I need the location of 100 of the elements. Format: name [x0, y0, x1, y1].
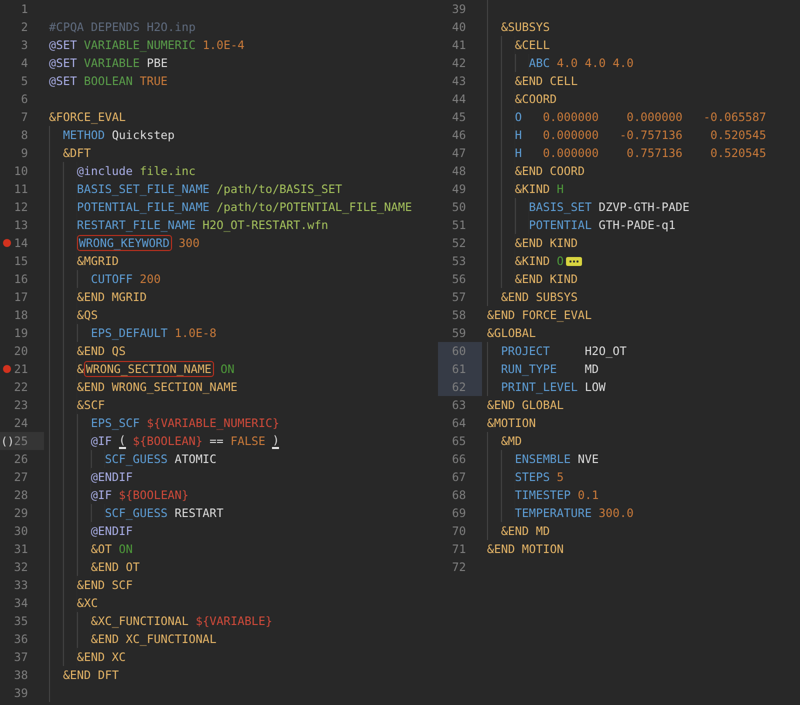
code-section: &COORD: [514, 91, 557, 107]
fold-ellipsis-icon[interactable]: [566, 256, 582, 266]
line-number: 7: [20, 110, 28, 124]
code-value: ==: [208, 433, 224, 449]
line-number: 30: [14, 524, 28, 538]
code-keyword: SCF_GUESS: [104, 451, 168, 467]
code-keyword: CUTOFF: [90, 271, 133, 287]
code-value: O: [556, 253, 564, 269]
line-number: 38: [14, 668, 28, 682]
code-section: &END MOTION: [487, 541, 564, 557]
line-number: 34: [14, 596, 28, 610]
line-number: 22: [14, 380, 28, 394]
code-number: 300: [178, 235, 200, 251]
code-variable-reference: ${BOOLEAN}: [118, 487, 189, 503]
line-number: 39: [452, 2, 466, 16]
line-number: 58: [452, 308, 466, 322]
line-number: 37: [14, 650, 28, 664]
code-section: &END SUBSYS: [500, 289, 578, 305]
code-keyword: BASIS_SET: [528, 199, 592, 215]
code-section: &END WRONG_SECTION_NAME: [76, 379, 238, 395]
code-value: LOW: [584, 379, 606, 395]
code-section: &: [76, 361, 84, 377]
line-number: 49: [452, 182, 466, 196]
line-number: 46: [452, 128, 466, 142]
code-path: /path/to/BASIS_SET: [216, 181, 342, 197]
code-directive: @include: [76, 163, 133, 179]
line-number: 32: [14, 560, 28, 574]
code-section: &END XC_FUNCTIONAL: [90, 631, 217, 647]
code-section: &END OT: [90, 559, 140, 575]
line-number: 70: [452, 524, 466, 538]
line-number: 15: [14, 254, 28, 268]
code-variable: VARIABLE: [82, 55, 140, 71]
bracket-marker: (): [0, 434, 14, 448]
line-number: 8: [20, 128, 28, 142]
code-keyword: BASIS_SET_FILE_NAME: [76, 181, 210, 197]
code-keyword: O: [514, 109, 522, 125]
code-section: &MGRID: [76, 253, 119, 269]
matched-bracket: ): [272, 434, 280, 448]
code-keyword: RESTART_FILE_NAME: [76, 217, 196, 233]
line-number: 27: [14, 470, 28, 484]
code-directive: @ENDIF: [90, 523, 133, 539]
line-number: 31: [14, 542, 28, 556]
code-value: ON: [118, 541, 133, 557]
line-number: 25: [14, 434, 28, 448]
code-section: &END QS: [76, 343, 126, 359]
line-number: 36: [14, 632, 28, 646]
line-number: 65: [452, 434, 466, 448]
line-number: 23: [14, 398, 28, 412]
line-number: 69: [452, 506, 466, 520]
code-section: &END KIND: [514, 271, 578, 287]
code-value: ON: [220, 361, 234, 377]
line-number: 53: [452, 254, 466, 268]
line-number: 17: [14, 290, 28, 304]
line-number: 26: [14, 452, 28, 466]
code-keyword: ENSEMBLE: [514, 451, 571, 467]
code-value: PBE: [146, 55, 168, 71]
line-number: 63: [452, 398, 466, 412]
code-directive: @SET: [49, 55, 77, 71]
code-section: &GLOBAL: [487, 325, 536, 341]
line-number: 16: [14, 272, 28, 286]
code-section: &KIND: [514, 181, 550, 197]
line-number: 1: [20, 2, 28, 16]
code-number: 0.1: [576, 487, 599, 503]
code-comment: #CPQA DEPENDS H2O.inp: [49, 19, 196, 35]
code-number: 1.0E-8: [174, 325, 217, 341]
line-number: 40: [452, 20, 466, 34]
code-number: 0.000000 -0.757136 0.520545: [542, 127, 766, 143]
code-variable: VARIABLE_NUMERIC: [82, 37, 196, 53]
code-section: &QS: [76, 307, 98, 323]
line-number: 39: [14, 686, 28, 700]
line-number: 4: [20, 56, 28, 70]
line-number: 67: [452, 470, 466, 484]
code-variable-reference: ${VARIABLE}: [194, 613, 272, 629]
matched-bracket: (: [118, 434, 126, 448]
line-number: 33: [14, 578, 28, 592]
code-section: &END MGRID: [76, 289, 147, 305]
code-path: /path/to/POTENTIAL_FILE_NAME: [216, 199, 412, 215]
code-value: H2O_OT: [584, 343, 627, 359]
code-number: TRUE: [138, 73, 168, 89]
code-section: &DFT: [62, 145, 91, 161]
code-number: 4.0 4.0 4.0: [556, 55, 634, 71]
code-directive: @SET: [49, 73, 77, 89]
line-number: 68: [452, 488, 466, 502]
code-keyword: PROJECT: [500, 343, 550, 359]
code-value: NVE: [576, 451, 599, 467]
code-keyword: SCF_GUESS: [104, 505, 168, 521]
code-value: MD: [584, 361, 599, 377]
code-section: &END SCF: [76, 577, 133, 593]
line-number: 6: [20, 92, 28, 106]
code-value: GTH-PADE-q1: [598, 217, 676, 233]
code-number: 0.000000 0.757136 0.520545: [542, 145, 766, 161]
code-variable-reference: ${VARIABLE_NUMERIC}: [146, 415, 280, 431]
code-keyword: H: [514, 145, 522, 161]
code-section: &END COORD: [514, 163, 585, 179]
line-number: 50: [452, 200, 466, 214]
line-number: 18: [14, 308, 28, 322]
code-number: 200: [138, 271, 161, 287]
line-number: 47: [452, 146, 466, 160]
line-number: 41: [452, 38, 466, 52]
error-highlighted-keyword: WRONG_KEYWORD: [76, 235, 172, 251]
